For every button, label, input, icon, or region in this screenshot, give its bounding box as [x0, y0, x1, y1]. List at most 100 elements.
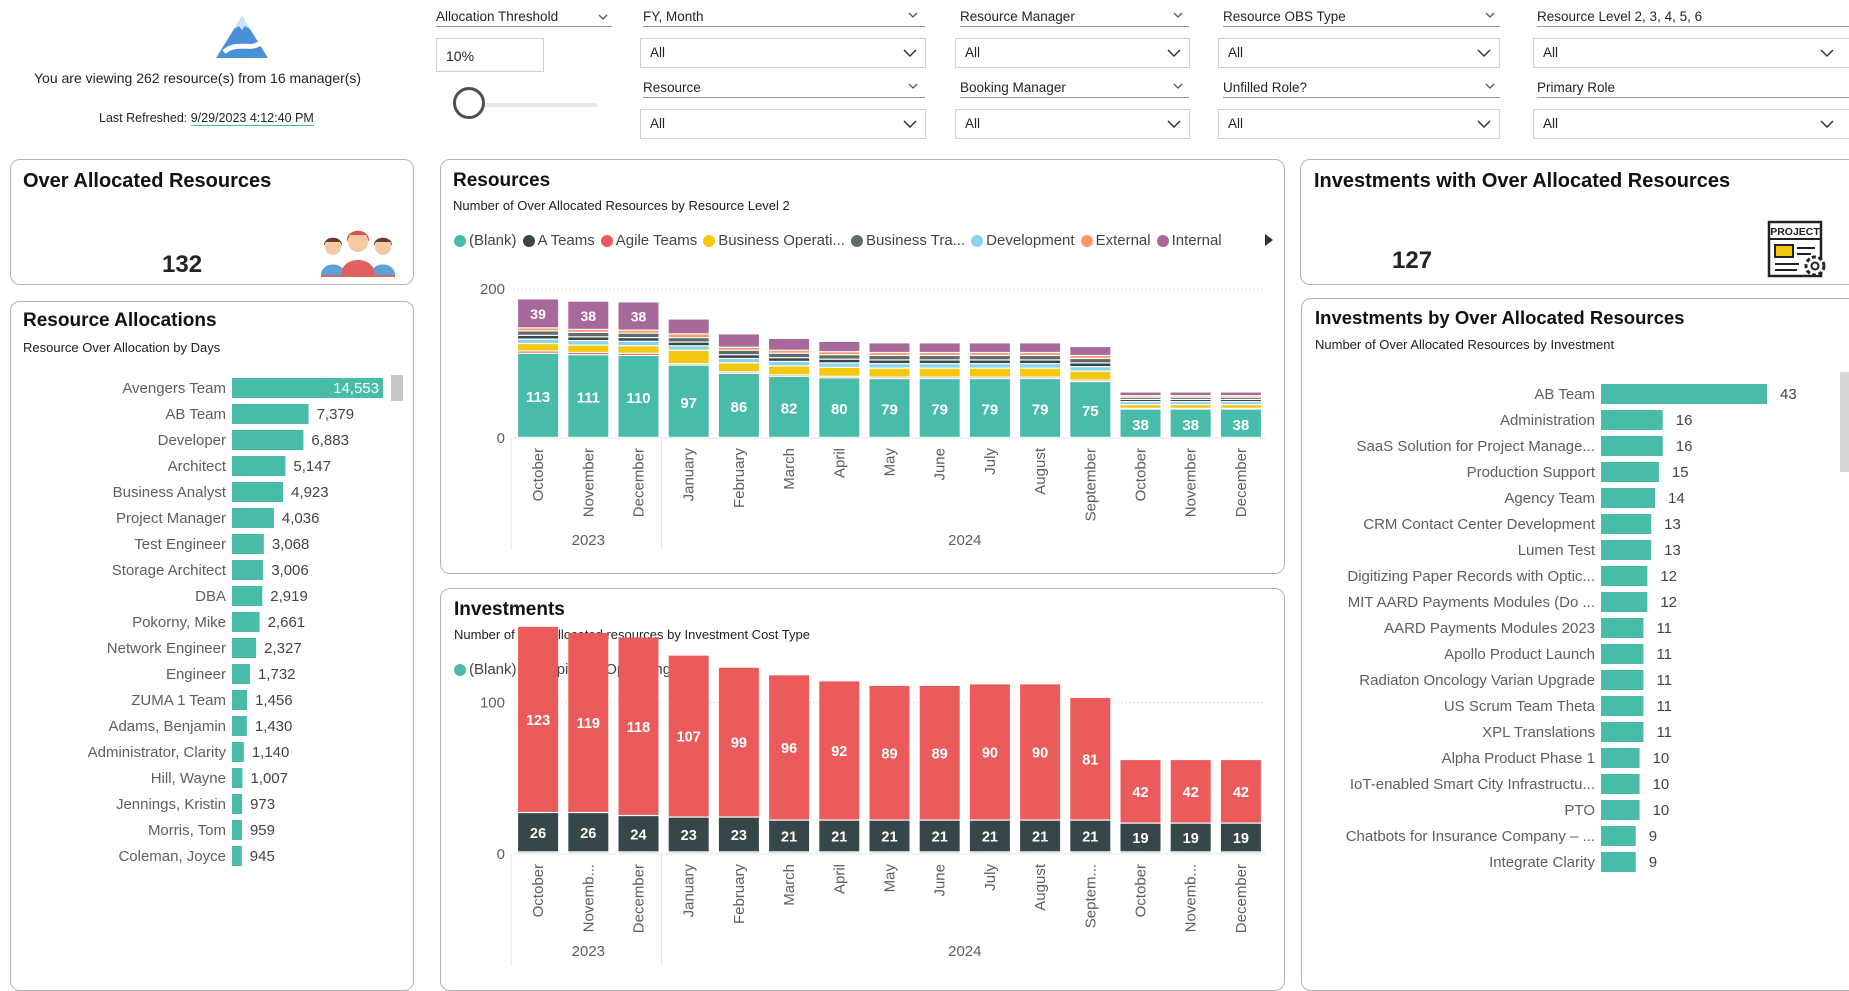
- bar-segment: [870, 343, 910, 351]
- row-label: Coleman, Joyce: [118, 848, 226, 865]
- project-document-icon: PROJECT: [1767, 220, 1831, 280]
- bar-segment: [920, 343, 960, 351]
- bar: [232, 404, 309, 424]
- bar: [232, 846, 242, 866]
- value-label: 12: [1660, 568, 1677, 585]
- bar-segment: [518, 329, 558, 331]
- unfilled-role-dropdown[interactable]: All: [1218, 109, 1500, 139]
- value-label: 10: [1653, 750, 1670, 767]
- data-label: 42: [1132, 785, 1148, 801]
- resource-filter-label: Resource: [643, 80, 701, 95]
- x-tick-label: December: [1233, 448, 1250, 517]
- scrollbar-thumb[interactable]: [1840, 372, 1849, 472]
- scrollbar-thumb[interactable]: [391, 375, 403, 401]
- bar-segment: [669, 320, 709, 334]
- kpi-over-allocated-card[interactable]: Over Allocated Resources 132: [10, 159, 414, 285]
- bar-segment: [1221, 405, 1261, 408]
- bar-segment: [1121, 405, 1161, 408]
- value-label: 10: [1653, 802, 1670, 819]
- y-tick-label: 200: [480, 281, 505, 298]
- data-label: 19: [1132, 831, 1148, 847]
- x-tick-label: February: [731, 864, 748, 925]
- bar-segment: [518, 352, 558, 353]
- x-tick-label: October: [1133, 864, 1150, 917]
- investments-chart-card[interactable]: Investments Number of Over Allocated res…: [440, 588, 1285, 991]
- bar: [1601, 826, 1636, 846]
- y-tick-label: 0: [497, 846, 505, 863]
- x-tick-label: August: [1032, 863, 1049, 911]
- bar-segment: [1020, 353, 1060, 355]
- bar-segment: [819, 355, 859, 358]
- bar-segment: [619, 354, 659, 355]
- bar-segment: [970, 361, 1010, 364]
- chevron-down-icon[interactable]: [908, 10, 918, 20]
- value-label: 12: [1660, 594, 1677, 611]
- data-label: 26: [530, 826, 546, 842]
- kpi-investments-card[interactable]: Investments with Over Allocated Resource…: [1300, 159, 1849, 285]
- row-label: Pokorny, Mike: [132, 614, 226, 631]
- value-label: 11: [1656, 724, 1672, 741]
- y-tick-label: 0: [497, 430, 505, 447]
- chevron-down-icon[interactable]: [598, 12, 608, 22]
- data-label: 21: [1032, 830, 1048, 846]
- bar-segment: [870, 369, 910, 377]
- bar-segment: [1171, 400, 1211, 401]
- threshold-slider-handle[interactable]: [453, 87, 485, 119]
- bar-segment: [719, 348, 759, 350]
- bar-segment: [1020, 356, 1060, 359]
- data-label: 38: [631, 309, 647, 325]
- bar: [232, 482, 283, 502]
- threshold-slider-track[interactable]: [472, 103, 597, 107]
- bar-segment: [920, 369, 960, 377]
- primary-role-dropdown[interactable]: All: [1533, 109, 1849, 139]
- value-label: 11: [1656, 620, 1672, 637]
- row-label: Hill, Wayne: [151, 770, 226, 787]
- data-label: 21: [881, 830, 897, 846]
- bar: [232, 638, 256, 658]
- obs-type-dropdown[interactable]: All: [1218, 38, 1500, 68]
- row-label: Administrator, Clarity: [88, 744, 227, 761]
- resource-level-label: Resource Level 2, 3, 4, 5, 6: [1537, 9, 1702, 24]
- bar-segment: [970, 369, 1010, 377]
- data-label: 97: [680, 395, 697, 412]
- resource-allocations-card[interactable]: Resource Allocations Resource Over Alloc…: [10, 301, 414, 991]
- booking-manager-label: Booking Manager: [960, 80, 1066, 95]
- data-label: 75: [1082, 403, 1099, 420]
- chevron-down-icon[interactable]: [908, 81, 918, 91]
- data-label: 38: [1233, 417, 1250, 434]
- fy-month-dropdown[interactable]: All: [640, 38, 926, 68]
- row-label: Developer: [158, 432, 226, 449]
- data-label: 23: [731, 828, 747, 844]
- chevron-down-icon: [1167, 119, 1181, 129]
- resource-dropdown[interactable]: All: [640, 109, 926, 139]
- threshold-input[interactable]: 10%: [436, 38, 544, 72]
- bar-segment: [719, 334, 759, 346]
- resource-level-dropdown[interactable]: All: [1533, 38, 1849, 68]
- chevron-down-icon[interactable]: [1173, 81, 1183, 91]
- data-label: 26: [580, 826, 596, 842]
- year-label: 2023: [572, 943, 605, 960]
- bar-segment: [870, 356, 910, 359]
- resources-chart-card[interactable]: Resources Number of Over Allocated Resou…: [440, 159, 1285, 574]
- bar-segment: [819, 342, 859, 351]
- resource-manager-dropdown[interactable]: All: [955, 38, 1190, 68]
- data-label: 42: [1233, 785, 1249, 801]
- data-label: 111: [577, 390, 600, 407]
- data-label: 21: [1082, 830, 1098, 846]
- bar-segment: [719, 351, 759, 354]
- data-label: 38: [1182, 417, 1199, 434]
- bar: [1601, 696, 1643, 716]
- investments-list-card[interactable]: Investments by Over Allocated Resources …: [1301, 298, 1849, 991]
- row-label: XPL Translations: [1482, 724, 1595, 741]
- chevron-down-icon[interactable]: [1485, 10, 1495, 20]
- chevron-down-icon[interactable]: [1485, 81, 1495, 91]
- value-label: 945: [250, 848, 275, 865]
- chevron-down-icon[interactable]: [1173, 10, 1183, 20]
- last-refreshed: Last Refreshed: 9/29/2023 4:12:40 PM: [99, 111, 314, 125]
- year-label: 2024: [948, 532, 981, 549]
- bar-segment: [1171, 405, 1211, 408]
- year-label: 2023: [572, 532, 605, 549]
- bar-segment: [1020, 343, 1060, 351]
- bar: [232, 560, 263, 580]
- booking-manager-dropdown[interactable]: All: [955, 109, 1190, 139]
